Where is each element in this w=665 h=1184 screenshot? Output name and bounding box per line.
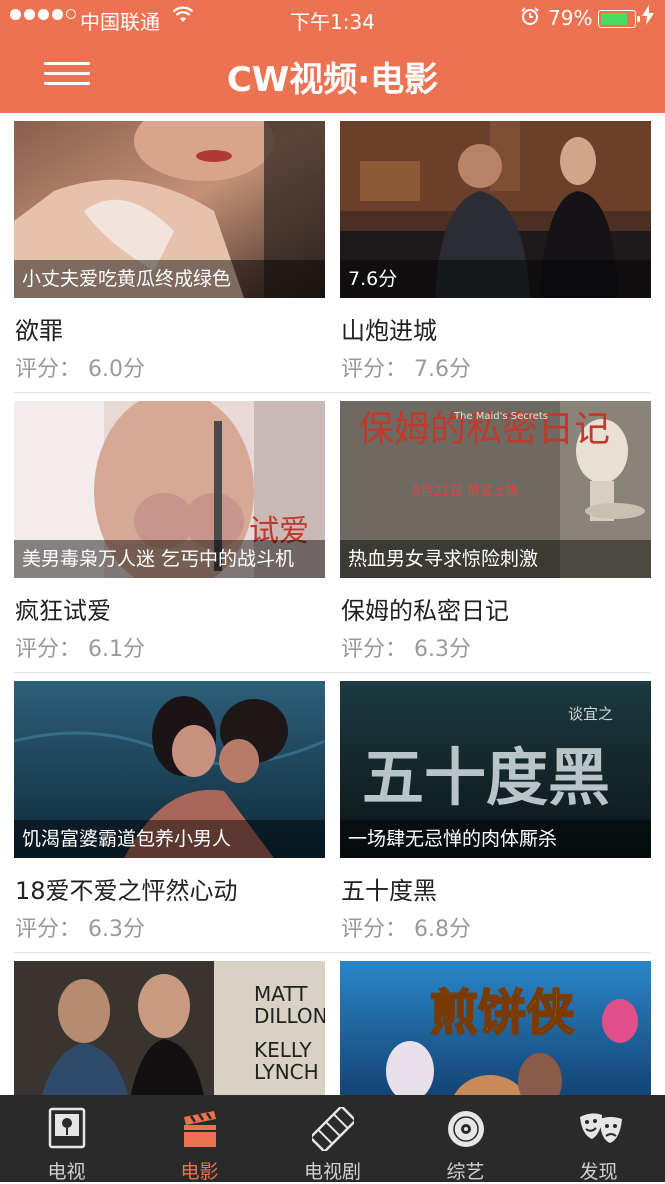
movie-caption: 一场肆无忌惮的肉体厮杀	[340, 820, 651, 858]
movie-rating: 评分： 6.8分	[341, 917, 471, 942]
movie-rating: 评分： 6.3分	[341, 637, 471, 662]
tab-series[interactable]: 电视剧	[266, 1095, 399, 1183]
poster-subtext: 谈宜之	[568, 705, 613, 723]
movie-rating: 评分： 7.6分	[341, 357, 471, 382]
movie-poster[interactable]: 五十度黑 谈宜之 一场肆无忌惮的肉体厮杀	[340, 681, 651, 858]
movie-rating: 评分： 6.1分	[15, 637, 145, 662]
app-header: 中国联通 下午1:34 79% CW视频·电影	[0, 0, 665, 113]
tab-label: 电影	[180, 1161, 219, 1183]
movie-poster[interactable]: 7.6分	[340, 121, 651, 298]
movie-card[interactable]: 饥渴富婆霸道包养小男人 18爱不爱之怦然心动 评分： 6.3分	[14, 681, 325, 942]
movie-caption: 热血男女寻求惊险刺激	[340, 540, 651, 578]
movie-card[interactable]: 小丈夫爱吃黄瓜终成绿色 欲罪 评分： 6.0分	[14, 121, 325, 382]
tab-variety[interactable]: 综艺	[399, 1095, 532, 1183]
movie-title: 山炮进城	[341, 317, 437, 345]
clapperboard-icon	[179, 1107, 221, 1151]
movie-poster[interactable]: 保姆的私密日记 The Maid's Secrets 8月21日 情爱上映 热血…	[340, 401, 651, 578]
movie-caption: 美男毒枭万人迷 乞丐中的战斗机	[14, 540, 325, 578]
movie-poster[interactable]: 饥渴富婆霸道包养小男人	[14, 681, 325, 858]
tab-movie[interactable]: 电影	[133, 1095, 266, 1183]
movie-title: 18爱不爱之怦然心动	[15, 877, 238, 905]
movie-caption: 7.6分	[340, 260, 651, 298]
movie-poster[interactable]: 小丈夫爱吃黄瓜终成绿色	[14, 121, 325, 298]
tab-tv[interactable]: 电视	[0, 1095, 133, 1183]
movie-card[interactable]: 保姆的私密日记 The Maid's Secrets 8月21日 情爱上映 热血…	[340, 401, 651, 662]
movie-card[interactable]: MATT DILLON KELLY LYNCH	[14, 961, 325, 1095]
movie-poster[interactable]: MATT DILLON KELLY LYNCH	[14, 961, 325, 1095]
tab-label: 综艺	[446, 1161, 485, 1183]
row-divider	[14, 952, 651, 953]
alarm-icon	[520, 6, 540, 31]
tab-label: 电视剧	[303, 1161, 361, 1183]
movie-poster[interactable]: 煎饼侠	[340, 961, 651, 1095]
movie-rating: 评分： 6.3分	[15, 917, 145, 942]
battery-percent: 79%	[548, 6, 593, 30]
poster-title-text: 五十度黑	[362, 741, 610, 814]
movie-caption: 饥渴富婆霸道包养小男人	[14, 820, 325, 858]
movie-card[interactable]: 试爱 美男毒枭万人迷 乞丐中的战斗机 疯狂试爱 评分： 6.1分	[14, 401, 325, 662]
movie-caption: 小丈夫爱吃黄瓜终成绿色	[14, 260, 325, 298]
movie-title: 疯狂试爱	[15, 597, 111, 625]
row-divider	[14, 392, 651, 393]
movie-card[interactable]: 7.6分 山炮进城 评分： 7.6分	[340, 121, 651, 382]
battery-icon	[598, 10, 640, 28]
poster-title-text: 煎饼侠	[430, 985, 575, 1041]
film-strip-icon	[308, 1104, 358, 1154]
movie-title: 欲罪	[15, 317, 63, 345]
movie-grid: 小丈夫爱吃黄瓜终成绿色 欲罪 评分： 6.0分 7.6分 山炮进城 评分： 7.…	[0, 113, 665, 1095]
movie-title: 五十度黑	[341, 877, 437, 905]
tab-label: 电视	[47, 1161, 86, 1183]
row-divider	[14, 672, 651, 673]
status-bar: 中国联通 下午1:34 79%	[0, 0, 665, 38]
theater-masks-icon	[578, 1107, 622, 1151]
charging-icon	[642, 5, 654, 30]
tab-label: 发现	[579, 1161, 618, 1183]
poster-english-text: The Maid's Secrets	[453, 411, 548, 422]
disc-icon	[445, 1107, 487, 1151]
movie-poster[interactable]: 试爱 美男毒枭万人迷 乞丐中的战斗机	[14, 401, 325, 578]
movie-card[interactable]: 煎饼侠	[340, 961, 651, 1095]
movie-title: 保姆的私密日记	[341, 597, 509, 625]
tv-icon	[46, 1107, 88, 1151]
tab-discover[interactable]: 发现	[532, 1095, 665, 1183]
page-title: CW视频·电影	[226, 60, 439, 100]
poster-release-text: 8月21日 情爱上映	[412, 484, 519, 499]
tab-bar: 电视 电影 电视剧 综艺 发现	[0, 1095, 665, 1183]
movie-rating: 评分： 6.0分	[15, 357, 145, 382]
movie-card[interactable]: 五十度黑 谈宜之 一场肆无忌惮的肉体厮杀 五十度黑 评分： 6.8分	[340, 681, 651, 942]
